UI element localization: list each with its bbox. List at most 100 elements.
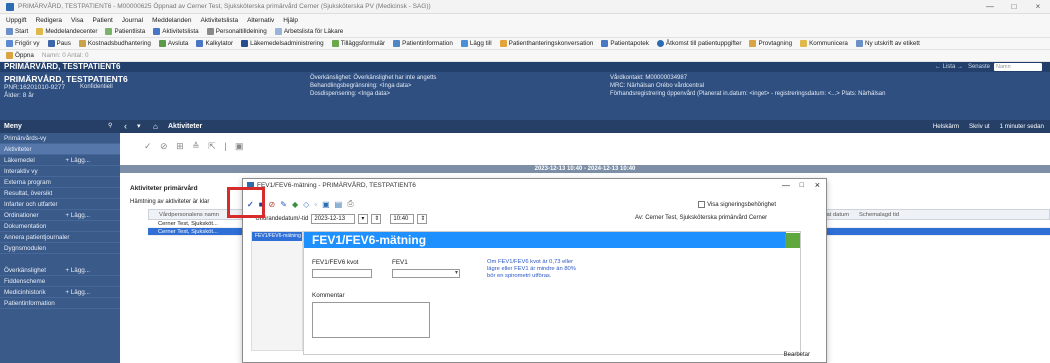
sidebar-item[interactable]: Primärvårds-vy <box>0 133 120 144</box>
next-icon[interactable]: ◦ <box>314 200 317 209</box>
home-icon[interactable]: ⌂ <box>153 120 158 133</box>
form-tool-icon[interactable]: ◆ <box>292 200 298 209</box>
print-button[interactable]: Skriv ut <box>969 120 990 133</box>
sidebar-item-aktiviteter[interactable]: Aktiviteter <box>0 144 120 155</box>
dialog-minimize-button[interactable]: — <box>782 179 790 192</box>
dialog-maximize-button[interactable]: □ <box>800 179 804 192</box>
show-sign-checkbox[interactable]: Visa signeringsbehörighet <box>698 201 776 208</box>
form-section-item[interactable]: FEV1/FEV6-mätning <box>252 232 302 241</box>
toolbar-avsluta[interactable]: Avsluta <box>158 40 188 47</box>
menu-redigera[interactable]: Redigera <box>36 17 62 24</box>
sidebar-item[interactable]: Överkänslighet + Lägg... <box>0 265 120 276</box>
sidebar-item[interactable]: Dygnsmodulen <box>0 243 120 254</box>
toolbar-arbetslista-label: Arbetslista för Läkare <box>283 28 344 35</box>
patient-search-input[interactable]: Namn <box>994 63 1042 71</box>
view-icon[interactable]: ▣ <box>322 200 330 209</box>
toolbar-konversation-label: Patienthanteringskonversation <box>508 40 594 47</box>
pin-icon[interactable]: ⚲ <box>108 120 112 133</box>
checkbox-icon[interactable] <box>698 201 706 208</box>
toolbar-kommunicera[interactable]: Kommunicera <box>800 40 848 47</box>
sidebar-item[interactable]: Interaktiv vy <box>0 166 120 177</box>
sidebar-item[interactable]: Annera patientjournaler <box>0 232 120 243</box>
activity-toolbar[interactable]: ✓ ⊘ ⊞ ≙ ⇱ | ▣ <box>144 141 247 152</box>
toolbar-personaltilldelning-label: Personaltilldelning <box>215 28 267 35</box>
toolbar-frigor-vy[interactable]: Frigör vy <box>6 40 40 47</box>
dialog-close-button[interactable]: × <box>815 179 820 192</box>
toolbar-patientinfo[interactable]: Patientinformation <box>393 40 453 47</box>
sidebar-item[interactable]: Dokumentation <box>0 221 120 232</box>
sidebar-item[interactable]: Ordinationer + Lägg... <box>0 210 120 221</box>
sidebar-item[interactable]: Medicinhistorik + Lägg... <box>0 287 120 298</box>
list-icon[interactable]: ▤ <box>335 200 343 209</box>
dropdown-icon[interactable]: ▾ <box>137 120 141 133</box>
toolbar-aktivitetslista[interactable]: Aktivitetslista <box>153 28 199 35</box>
toolbar-konversation[interactable]: Patienthanteringskonversation <box>499 40 594 47</box>
activitylist-icon <box>153 28 161 35</box>
close-button[interactable]: × <box>1026 0 1050 13</box>
toolbar-oppna-label: Öppna <box>15 52 34 59</box>
time-spinner-icon[interactable]: ⇕ <box>417 214 428 224</box>
toolbar-paus[interactable]: Paus <box>47 40 71 47</box>
menu-journal[interactable]: Journal <box>122 17 143 24</box>
sidebar-item[interactable]: Läkemedel + Lägg... <box>0 155 120 166</box>
menu-hjalp[interactable]: Hjälp <box>283 17 298 24</box>
maximize-button[interactable]: □ <box>1002 0 1026 13</box>
menu-visa[interactable]: Visa <box>71 17 84 24</box>
sidebar-add-button[interactable]: + Lägg... <box>65 265 90 276</box>
time-input[interactable]: 10:40 <box>390 214 415 224</box>
cancel-icon[interactable]: ⊘ <box>269 200 276 209</box>
toolbar-kalkylator-label: Kalkylator <box>205 40 234 47</box>
sidebar-item[interactable]: Fiddenscheme <box>0 276 120 287</box>
menu-toggle[interactable]: Meny <box>4 120 22 133</box>
toolbar-apotek[interactable]: Patientapotek <box>601 40 649 47</box>
toolbar-personaltilldelning[interactable]: Personaltilldelning <box>206 28 267 35</box>
menu-uppgift[interactable]: Uppgift <box>6 17 27 24</box>
previous-icon[interactable]: ◇ <box>303 200 309 209</box>
toolbar-tillagg[interactable]: Tilläggsformulär <box>331 40 386 47</box>
sidebar-add-button[interactable]: + Lägg... <box>65 210 90 221</box>
menu-aktivitetslista[interactable]: Aktivitetslista <box>201 17 239 24</box>
date-spinner-icon[interactable]: ⇕ <box>371 214 382 224</box>
back-arrow-icon[interactable]: ‹ <box>124 120 127 133</box>
toolbar-kostnad[interactable]: Kostnadsbudhantering <box>78 40 151 47</box>
sidebar-item[interactable]: Externa program <box>0 177 120 188</box>
sidebar-add-button[interactable]: + Lägg... <box>65 287 90 298</box>
banner-alerts: Överkänslighet: Överkänslighet har inte … <box>310 74 436 98</box>
sidebar-item[interactable]: Patientinformation <box>0 298 120 309</box>
comment-textarea[interactable] <box>312 302 430 338</box>
date-picker-icon[interactable]: ▾ <box>358 214 369 224</box>
toolbar-tillagg-label: Tilläggsformulär <box>340 40 386 47</box>
window-titlebar: PRIMÄRVÅRD, TESTPATIENT6 - M00000625 Öpp… <box>0 0 1050 14</box>
banner-listnav[interactable]: ← Lista → Senaste <box>935 62 990 72</box>
toolbar-provtagning[interactable]: Provtagning <box>749 40 792 47</box>
toolbar-patientlista[interactable]: Patientlista <box>105 28 145 35</box>
minimize-button[interactable]: — <box>978 0 1002 13</box>
fullscreen-button[interactable]: Helskärm <box>933 120 959 133</box>
toolbar-lakemedel[interactable]: Läkemedelsadministrering <box>241 40 324 47</box>
sidebar-item[interactable]: Resultat, översikt <box>0 188 120 199</box>
toolbar-arbetslista[interactable]: Arbetslista för Läkare <box>274 28 344 35</box>
fev1-select[interactable]: ▾ <box>392 269 460 278</box>
col-header-schemalagd[interactable]: Schemalagd tid <box>859 210 899 220</box>
medication-icon <box>241 40 249 47</box>
kvot-input[interactable] <box>312 269 372 278</box>
toolbar-oppna[interactable]: Öppna <box>6 52 34 59</box>
banner-allergy[interactable]: Överkänslighet: Överkänslighet har inte … <box>310 74 436 82</box>
menu-patient[interactable]: Patient <box>93 17 113 24</box>
toolbar-atkomst[interactable]: Åtkomst till patientuppgifter <box>656 40 741 47</box>
date-input[interactable]: 2023-12-13 <box>311 214 356 224</box>
print-icon[interactable]: ⎙ <box>347 199 353 209</box>
menu-alternativ[interactable]: Alternativ <box>247 17 274 24</box>
refresh-status[interactable]: 1 minuter sedan <box>1000 120 1044 133</box>
toolbar-start[interactable]: Start <box>6 28 28 35</box>
toolbar-kalkylator[interactable]: Kalkylator <box>196 40 233 47</box>
menu-meddelanden[interactable]: Meddelanden <box>152 17 191 24</box>
sidebar-item[interactable]: Infarter och utfarter <box>0 199 120 210</box>
sidebar-add-button[interactable]: + Lägg... <box>65 155 90 166</box>
toolbar-etikett[interactable]: Ny utskrift av etikett <box>855 40 920 47</box>
col-header-vardpersonal[interactable]: Vårdpersonalens namn <box>159 210 219 220</box>
banner-recent-label: Senaste <box>967 64 990 70</box>
toolbar-lagg-till[interactable]: Lägg till <box>460 40 492 47</box>
toolbar-meddelandecenter[interactable]: Meddelandecenter <box>36 28 97 35</box>
edit-icon[interactable]: ✎ <box>280 200 287 209</box>
